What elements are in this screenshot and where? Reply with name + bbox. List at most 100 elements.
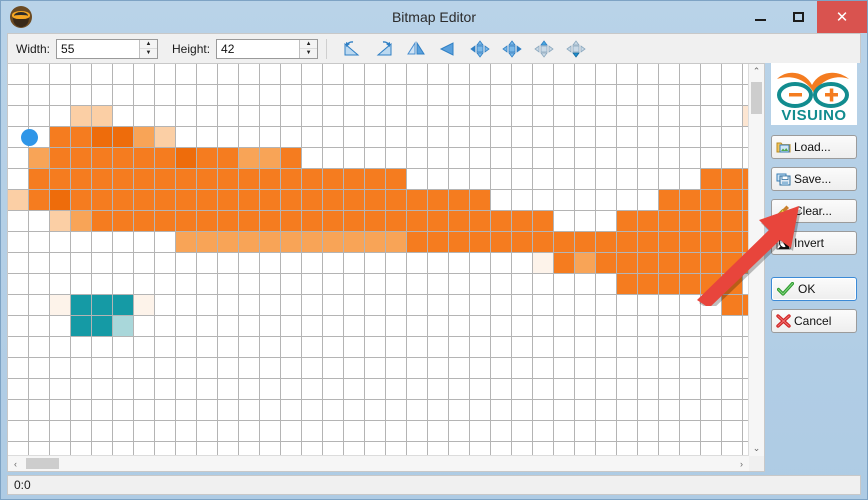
- pixel-cell[interactable]: [113, 316, 134, 337]
- pixel-cell[interactable]: [197, 232, 218, 253]
- flip-vertical-icon[interactable]: [433, 37, 463, 61]
- pixel-cell[interactable]: [71, 211, 92, 232]
- pixel-cell[interactable]: [71, 295, 92, 316]
- pixel-cell[interactable]: [71, 127, 92, 148]
- pixel-cell[interactable]: [281, 148, 302, 169]
- pixel-cell[interactable]: [596, 253, 617, 274]
- pixel-cell[interactable]: [134, 190, 155, 211]
- pixel-cell[interactable]: [260, 190, 281, 211]
- pixel-cell[interactable]: [449, 211, 470, 232]
- rotate-left-icon[interactable]: [337, 37, 367, 61]
- pixel-cell[interactable]: [344, 232, 365, 253]
- pixel-cell[interactable]: [764, 190, 765, 211]
- pixel-cell[interactable]: [512, 211, 533, 232]
- pixel-cell[interactable]: [323, 169, 344, 190]
- pixel-cell[interactable]: [113, 295, 134, 316]
- pixel-cell[interactable]: [764, 211, 765, 232]
- pixel-cell[interactable]: [365, 169, 386, 190]
- pixel-cell[interactable]: [239, 148, 260, 169]
- pixel-cell[interactable]: [638, 211, 659, 232]
- pixel-cell[interactable]: [365, 211, 386, 232]
- load-button[interactable]: Load...: [771, 135, 857, 159]
- pixel-cell[interactable]: [176, 169, 197, 190]
- save-button[interactable]: Save...: [771, 167, 857, 191]
- scroll-right-icon[interactable]: ›: [734, 456, 749, 471]
- bitmap-canvas[interactable]: ⌃ ⌄ ‹ ›: [7, 63, 765, 472]
- pixel-cell[interactable]: [50, 190, 71, 211]
- width-spin-buttons[interactable]: ▲ ▼: [139, 39, 158, 58]
- pixel-cell[interactable]: [470, 190, 491, 211]
- pixel-cell[interactable]: [281, 211, 302, 232]
- pixel-cell[interactable]: [680, 253, 701, 274]
- pixel-cell[interactable]: [344, 211, 365, 232]
- pixel-cell[interactable]: [386, 169, 407, 190]
- pixel-cell[interactable]: [764, 232, 765, 253]
- pixel-cell[interactable]: [722, 169, 743, 190]
- rotate-right-icon[interactable]: [369, 37, 399, 61]
- pixel-cell[interactable]: [638, 232, 659, 253]
- height-spin-down-icon[interactable]: ▼: [300, 49, 317, 58]
- pixel-cell[interactable]: [617, 253, 638, 274]
- pixel-cell[interactable]: [554, 232, 575, 253]
- pixel-cell[interactable]: [239, 190, 260, 211]
- pixel-cell[interactable]: [617, 211, 638, 232]
- height-spin-buttons[interactable]: ▲ ▼: [299, 39, 318, 58]
- pixel-cell[interactable]: [260, 169, 281, 190]
- width-spin-down-icon[interactable]: ▼: [140, 49, 157, 58]
- pixel-cell[interactable]: [302, 211, 323, 232]
- pixel-cell[interactable]: [323, 190, 344, 211]
- pixel-cell[interactable]: [302, 190, 323, 211]
- pixel-cell[interactable]: [722, 295, 743, 316]
- pixel-cell[interactable]: [428, 232, 449, 253]
- pixel-cell[interactable]: [197, 211, 218, 232]
- shift-right-icon[interactable]: [497, 37, 527, 61]
- pixel-cell[interactable]: [533, 253, 554, 274]
- pixel-cell[interactable]: [680, 232, 701, 253]
- pixel-cell[interactable]: [386, 232, 407, 253]
- pixel-cell[interactable]: [218, 232, 239, 253]
- pixel-cell[interactable]: [113, 148, 134, 169]
- pixel-cell[interactable]: [92, 295, 113, 316]
- pixel-cell[interactable]: [659, 211, 680, 232]
- horizontal-scrollbar[interactable]: ‹ ›: [8, 455, 749, 471]
- pixel-cell[interactable]: [722, 274, 743, 295]
- pixel-cell[interactable]: [92, 211, 113, 232]
- pixel-cell[interactable]: [302, 232, 323, 253]
- shift-up-icon[interactable]: [529, 37, 559, 61]
- pixel-cell[interactable]: [281, 190, 302, 211]
- shift-left-icon[interactable]: [465, 37, 495, 61]
- pixel-cell[interactable]: [764, 169, 765, 190]
- ok-button[interactable]: OK: [771, 277, 857, 301]
- pixel-cell[interactable]: [617, 274, 638, 295]
- pixel-cell[interactable]: [386, 190, 407, 211]
- close-button[interactable]: ✕: [817, 1, 867, 33]
- pixel-cell[interactable]: [197, 190, 218, 211]
- pixel-cell[interactable]: [71, 106, 92, 127]
- pixel-cell[interactable]: [134, 169, 155, 190]
- scroll-down-icon[interactable]: ⌄: [749, 441, 764, 456]
- pixel-cell[interactable]: [533, 232, 554, 253]
- pixel-cell[interactable]: [239, 169, 260, 190]
- pixel-cell[interactable]: [71, 316, 92, 337]
- pixel-cell[interactable]: [260, 232, 281, 253]
- pixel-cell[interactable]: [155, 211, 176, 232]
- pixel-cell[interactable]: [29, 169, 50, 190]
- pixel-cell[interactable]: [764, 253, 765, 274]
- pixel-cell[interactable]: [176, 190, 197, 211]
- pixel-cell[interactable]: [134, 295, 155, 316]
- pixel-cell[interactable]: [113, 127, 134, 148]
- pixel-cell[interactable]: [659, 232, 680, 253]
- pixel-cell[interactable]: [281, 169, 302, 190]
- pixel-cell[interactable]: [701, 253, 722, 274]
- pixel-cell[interactable]: [764, 316, 765, 337]
- width-stepper[interactable]: ▲ ▼: [56, 38, 159, 59]
- pixel-cell[interactable]: [575, 232, 596, 253]
- pixel-cell[interactable]: [92, 106, 113, 127]
- height-stepper[interactable]: ▲ ▼: [216, 38, 319, 59]
- cancel-button[interactable]: Cancel: [771, 309, 857, 333]
- pixel-cell[interactable]: [449, 190, 470, 211]
- pixel-cell[interactable]: [50, 295, 71, 316]
- pixel-cell[interactable]: [722, 190, 743, 211]
- pixel-cell[interactable]: [197, 169, 218, 190]
- width-spin-up-icon[interactable]: ▲: [140, 40, 158, 49]
